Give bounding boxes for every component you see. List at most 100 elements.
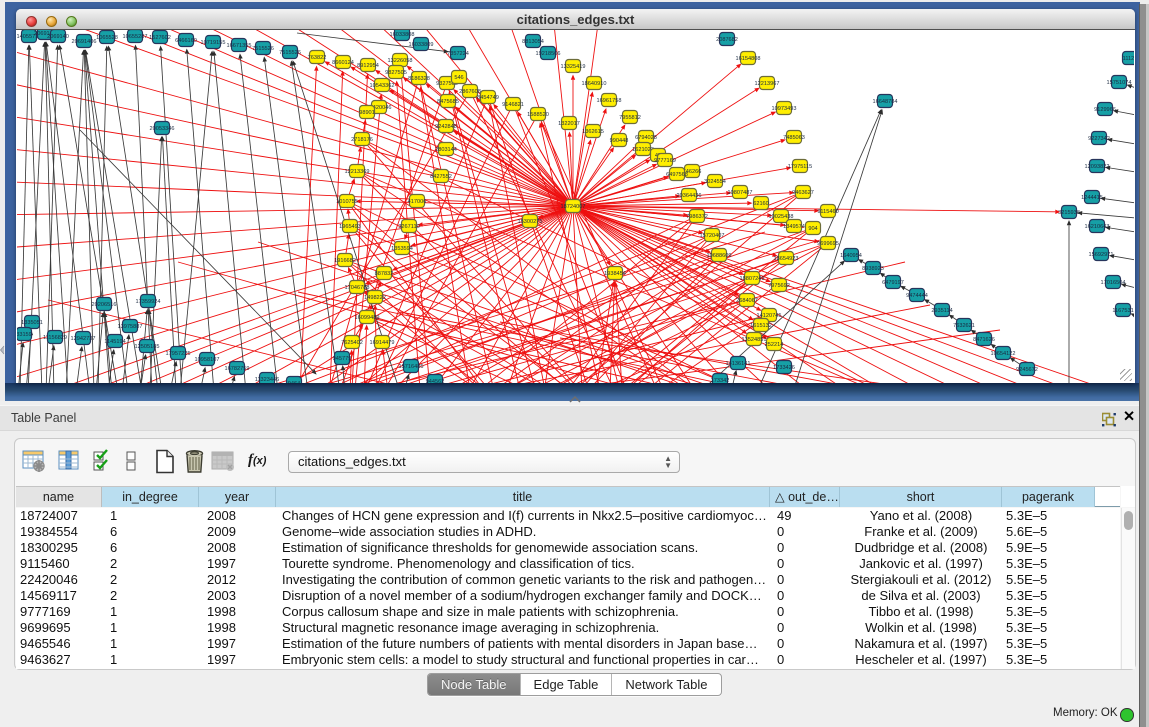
svg-text:16154808: 16154808 xyxy=(736,56,761,62)
svg-text:1362615: 1362615 xyxy=(582,129,604,135)
svg-text:6497568: 6497568 xyxy=(666,172,688,178)
svg-text:8912954: 8912954 xyxy=(357,63,379,69)
svg-text:252214: 252214 xyxy=(765,342,784,348)
svg-text:12093822: 12093822 xyxy=(1085,164,1110,170)
svg-text:1588520: 1588520 xyxy=(527,112,549,118)
svg-text:1615132: 1615132 xyxy=(750,323,772,329)
svg-text:7632621: 7632621 xyxy=(953,323,975,329)
svg-text:12213967: 12213967 xyxy=(755,81,780,87)
svg-text:8938923: 8938923 xyxy=(862,266,884,272)
svg-text:7975692: 7975692 xyxy=(768,283,790,289)
svg-text:6794028: 6794028 xyxy=(635,135,657,141)
svg-text:18640910: 18640910 xyxy=(582,81,607,87)
svg-text:9464: 9464 xyxy=(288,381,300,383)
svg-text:16033808: 16033808 xyxy=(390,32,415,38)
svg-text:17975115: 17975115 xyxy=(788,164,812,170)
svg-text:10654122: 10654122 xyxy=(991,351,1016,357)
svg-text:20364436: 20364436 xyxy=(677,193,702,199)
svg-text:9699695: 9699695 xyxy=(817,241,839,247)
svg-text:16671355: 16671355 xyxy=(227,43,252,49)
svg-text:1498222: 1498222 xyxy=(364,295,386,301)
svg-text:10655287: 10655287 xyxy=(123,34,148,40)
svg-text:16961758: 16961758 xyxy=(597,98,622,104)
svg-text:763822: 763822 xyxy=(308,55,327,61)
svg-text:2069140: 2069140 xyxy=(47,34,69,40)
svg-text:7515526: 7515526 xyxy=(252,46,274,52)
svg-text:6479197: 6479197 xyxy=(882,280,904,286)
svg-text:944562: 944562 xyxy=(426,379,445,383)
svg-text:15751074: 15751074 xyxy=(1107,80,1132,86)
svg-text:20053346: 20053346 xyxy=(150,126,175,132)
svg-text:10719155: 10719155 xyxy=(201,40,226,46)
svg-text:15692971: 15692971 xyxy=(1089,252,1114,258)
svg-text:417006: 417006 xyxy=(408,199,427,205)
svg-text:990448: 990448 xyxy=(610,138,629,144)
svg-text:7357224: 7357224 xyxy=(447,51,469,57)
svg-text:9474444: 9474444 xyxy=(906,293,928,299)
svg-text:12213369: 12213369 xyxy=(345,169,370,175)
svg-text:1010755: 1010755 xyxy=(336,199,358,205)
svg-text:20691406: 20691406 xyxy=(72,39,97,45)
svg-text:1733426: 1733426 xyxy=(773,365,795,371)
svg-text:33159: 33159 xyxy=(17,332,32,338)
svg-text:7485063: 7485063 xyxy=(783,135,805,141)
svg-text:1527602: 1527602 xyxy=(149,35,171,41)
svg-text:10958107: 10958107 xyxy=(195,357,220,363)
svg-text:62160: 62160 xyxy=(753,201,769,207)
svg-text:9827505: 9827505 xyxy=(385,70,407,76)
svg-text:16033809: 16033809 xyxy=(409,42,434,48)
svg-text:1335051: 1335051 xyxy=(21,320,43,326)
svg-text:1916682: 1916682 xyxy=(334,258,356,264)
svg-text:13325419: 13325419 xyxy=(561,64,586,70)
svg-text:9463627: 9463627 xyxy=(792,190,814,196)
svg-text:12505185: 12505185 xyxy=(135,344,160,350)
svg-text:13975887: 13975887 xyxy=(118,324,143,330)
svg-text:1640954: 1640954 xyxy=(840,253,862,259)
svg-text:8660124: 8660124 xyxy=(332,60,354,66)
svg-text:2684067: 2684067 xyxy=(736,298,758,304)
svg-text:1322017: 1322017 xyxy=(558,121,580,127)
svg-text:13226058: 13226058 xyxy=(388,58,413,64)
svg-text:12942737: 12942737 xyxy=(71,336,96,342)
svg-text:1349574: 1349574 xyxy=(783,224,805,230)
svg-text:887832: 887832 xyxy=(375,271,394,277)
svg-text:1938454: 1938454 xyxy=(604,271,626,277)
svg-text:10543362: 10543362 xyxy=(370,83,395,89)
svg-text:1244415: 1244415 xyxy=(1081,195,1103,201)
svg-text:9245672: 9245672 xyxy=(1016,367,1038,373)
svg-text:13524851: 13524851 xyxy=(742,337,767,343)
svg-text:8813054: 8813054 xyxy=(522,39,544,45)
svg-text:7625402: 7625402 xyxy=(341,340,363,346)
svg-text:173342: 173342 xyxy=(711,378,730,383)
svg-text:18807249: 18807249 xyxy=(740,276,765,282)
svg-text:9242848: 9242848 xyxy=(435,124,457,130)
svg-text:10973493: 10973493 xyxy=(772,106,797,112)
svg-text:9227342: 9227342 xyxy=(1088,136,1110,142)
svg-text:3215938: 3215938 xyxy=(1058,210,1080,216)
svg-text:546: 546 xyxy=(454,75,463,81)
svg-text:8471626: 8471626 xyxy=(973,337,995,343)
svg-text:20206516: 20206516 xyxy=(92,302,117,308)
svg-text:18654923: 18654923 xyxy=(774,256,799,262)
svg-text:9129966: 9129966 xyxy=(1094,107,1116,113)
svg-text:18724007: 18724007 xyxy=(561,204,586,210)
svg-text:17359924: 17359924 xyxy=(136,299,161,305)
svg-text:904: 904 xyxy=(808,226,817,232)
svg-text:945779: 945779 xyxy=(333,356,352,362)
svg-text:11121: 11121 xyxy=(1123,56,1134,62)
svg-text:16099489: 16099489 xyxy=(355,315,380,321)
svg-text:10688609: 10688609 xyxy=(707,253,732,259)
svg-text:7955812: 7955812 xyxy=(619,115,641,121)
svg-text:8475685: 8475685 xyxy=(437,99,459,105)
svg-text:9146821: 9146821 xyxy=(502,102,524,108)
svg-text:1353594: 1353594 xyxy=(391,246,413,252)
svg-text:19218506: 19218506 xyxy=(536,51,561,57)
svg-text:11156829: 11156829 xyxy=(43,335,67,341)
svg-text:1065528: 1065528 xyxy=(96,35,118,41)
svg-text:11323446: 11323446 xyxy=(255,377,279,383)
svg-text:2803144: 2803144 xyxy=(435,147,457,153)
svg-text:1167531: 1167531 xyxy=(1112,308,1133,314)
svg-text:2087682: 2087682 xyxy=(716,37,738,43)
svg-text:9115460: 9115460 xyxy=(817,209,838,215)
svg-text:6466160: 6466160 xyxy=(175,38,197,44)
